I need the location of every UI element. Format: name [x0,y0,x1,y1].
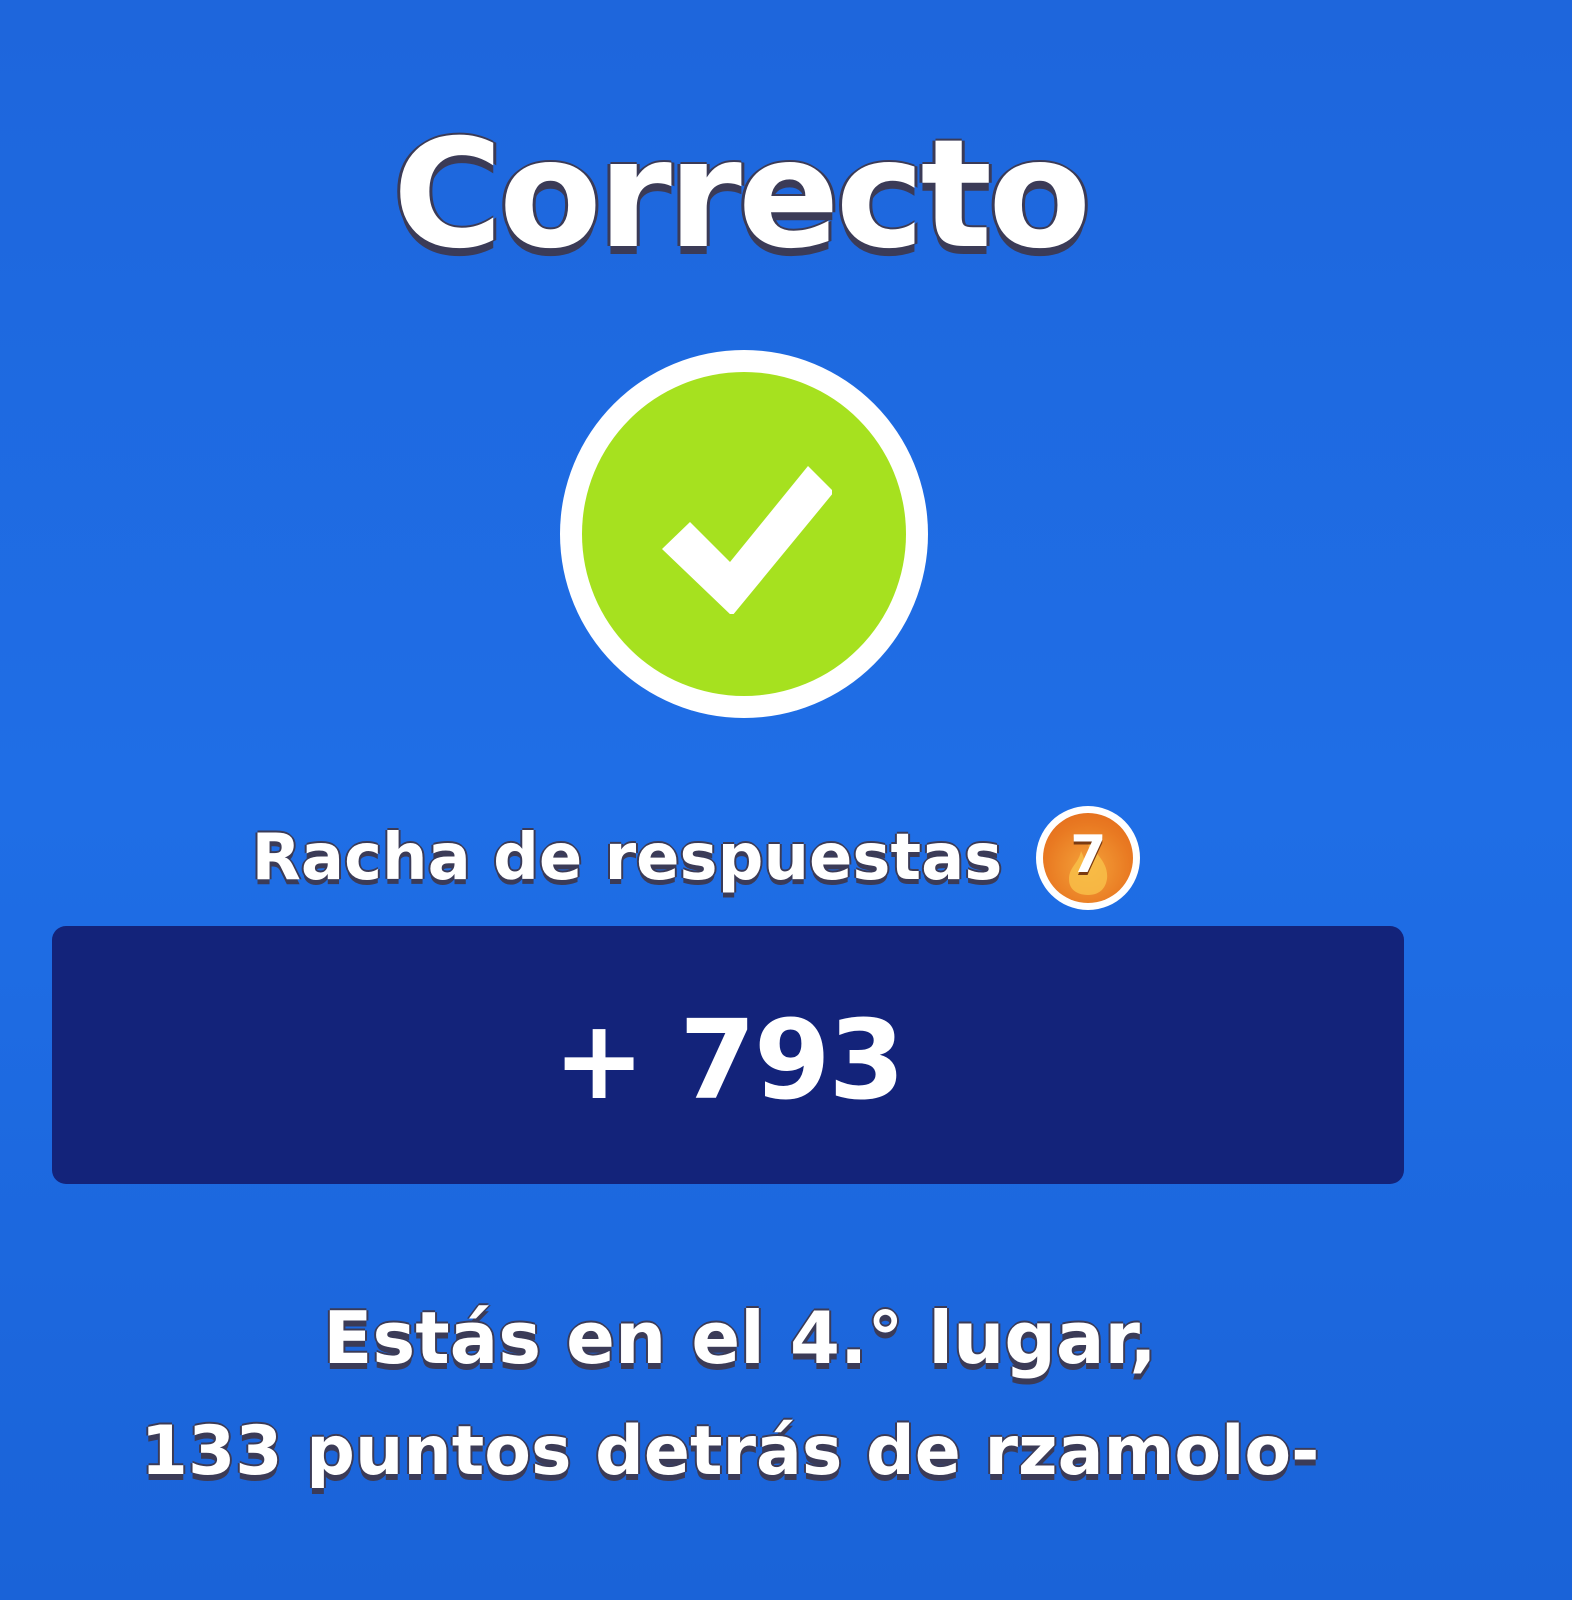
correct-badge-fill [582,372,906,696]
streak-badge: 7 [1036,806,1141,910]
points-earned: + 793 [552,996,905,1124]
rank-position: Estás en el 4.° lugar, [323,1296,1157,1380]
correct-badge [560,350,928,718]
result-title: Correcto [392,108,1092,282]
streak-count: 7 [1070,825,1107,885]
rank-gap: 133 puntos detrás de rzamolo- [140,1412,1320,1491]
answer-streak: Racha de respuestas 7 [0,806,1572,910]
streak-label: Racha de respuestas [251,821,1003,895]
answer-result-screen: Correcto Racha de respuestas 7 + 793 Est… [0,0,1572,1600]
points-earned-bar: + 793 [52,926,1404,1184]
checkmark-icon [662,466,832,614]
